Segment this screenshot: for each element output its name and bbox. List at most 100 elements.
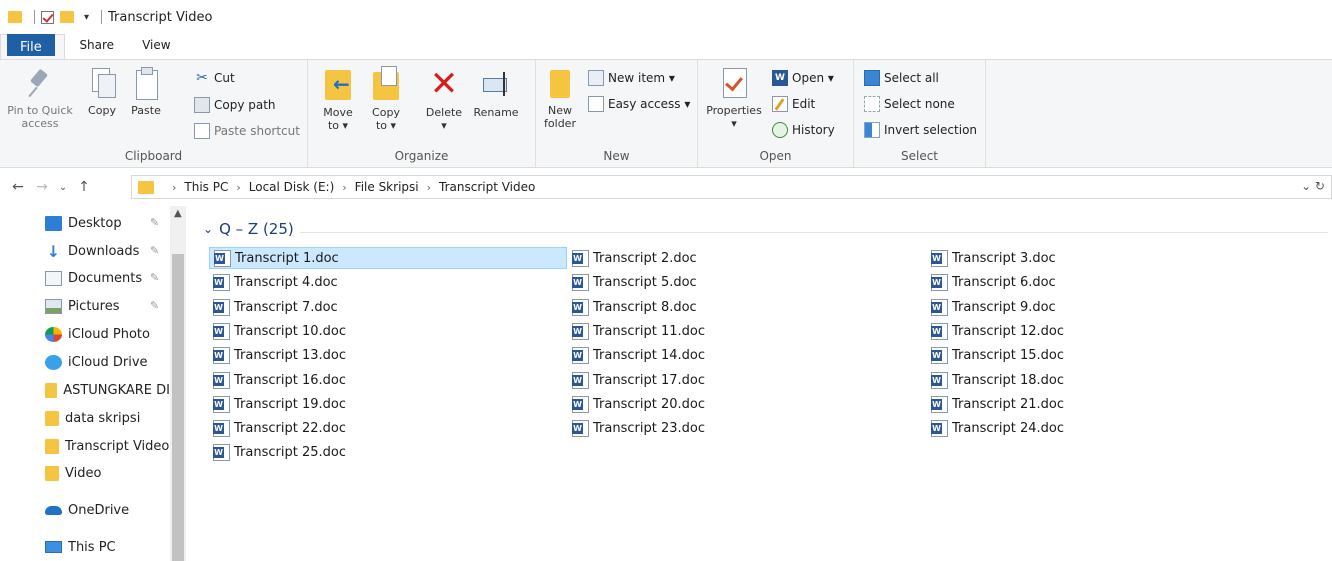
sidebar-item-desktop[interactable]: Desktop [45,212,122,234]
breadcrumb-chevron-icon[interactable]: › [236,181,240,194]
delete-button[interactable]: ✕ Delete ▾ [422,66,466,132]
breadcrumb-local-disk[interactable]: Local Disk (E:) [249,180,335,194]
sidebar-item-astungkare[interactable]: ASTUNGKARE DI [45,379,170,401]
new-item-button[interactable]: New item ▾ [588,70,675,86]
file-item[interactable]: Transcript 21.doc [927,393,1064,415]
file-name: Transcript 21.doc [952,396,1064,412]
file-item[interactable]: Transcript 23.doc [568,417,705,439]
file-item[interactable]: Transcript 5.doc [568,271,697,293]
file-item[interactable]: Transcript 2.doc [568,247,697,269]
paste-shortcut-button[interactable]: Paste shortcut [194,123,300,139]
move-to-button[interactable]: Move to ▾ [318,66,358,132]
file-item[interactable]: Transcript 6.doc [927,271,1056,293]
rename-button[interactable]: Rename [470,66,522,119]
breadcrumb-chevron-icon[interactable]: › [172,181,176,194]
sidebar-item-video[interactable]: Video [45,462,101,484]
copy-to-button[interactable]: Copy to ▾ [366,66,406,132]
breadcrumb-chevron-icon[interactable]: › [427,181,431,194]
address-dropdown-refresh-icon[interactable]: ⌄ ↻ [1301,179,1325,193]
file-item[interactable]: Transcript 25.doc [209,441,346,463]
file-item[interactable]: Transcript 19.doc [209,393,346,415]
history-button[interactable]: History [772,122,835,138]
file-item[interactable]: Transcript 13.doc [209,344,346,366]
sidebar-item-this-pc[interactable]: This PC [45,536,116,558]
sidebar-item-pictures[interactable]: Pictures [45,295,119,317]
sidebar-item-transcript-video[interactable]: Transcript Video [45,435,169,457]
tab-file[interactable]: File [7,34,55,56]
file-item[interactable]: Transcript 18.doc [927,369,1064,391]
tab-share[interactable]: Share [65,34,128,59]
sidebar-item-documents[interactable]: Documents [45,267,142,289]
organize-group-label: Organize [394,149,449,163]
new-folder-quick-icon[interactable] [60,11,74,23]
pin-to-quick-access-button[interactable]: Pin to Quick access [2,66,78,130]
file-item[interactable]: Transcript 3.doc [927,247,1056,269]
pin-icon[interactable]: ✎ [150,299,159,312]
back-arrow-icon[interactable]: ← [6,179,30,195]
breadcrumb-file-skripsi[interactable]: File Skripsi [355,180,419,194]
paste-button[interactable]: Paste [126,66,166,117]
sidebar-item-downloads[interactable]: ↓ Downloads [45,240,140,262]
file-item[interactable]: Transcript 22.doc [209,417,346,439]
file-name: Transcript 9.doc [952,299,1056,315]
file-item[interactable]: Transcript 15.doc [927,344,1064,366]
file-item[interactable]: Transcript 9.doc [927,296,1056,318]
clipboard-group: Pin to Quick access Copy Paste ✂ Cut Cop… [0,60,308,167]
file-item[interactable]: Transcript 8.doc [568,296,697,318]
up-arrow-icon[interactable]: ↑ [72,179,96,195]
file-item[interactable]: Transcript 1.doc [209,247,567,269]
copy-button[interactable]: Copy [82,66,122,117]
customize-toolbar-icon[interactable]: ▾ [84,12,89,23]
open-button[interactable]: W Open ▾ [772,70,834,86]
edit-button[interactable]: Edit [772,96,815,112]
file-item[interactable]: Transcript 4.doc [209,271,338,293]
sidebar-item-icloud-drive[interactable]: iCloud Drive [45,351,148,373]
select-none-button[interactable]: Select none [864,96,955,112]
pin-icon[interactable]: ✎ [150,244,159,257]
recent-locations-icon[interactable]: ⌄ [54,182,72,193]
group-header[interactable]: ⌄ Q – Z (25) [203,220,294,238]
tab-view[interactable]: View [128,34,184,59]
select-all-button[interactable]: Select all [864,70,939,86]
properties-quick-icon[interactable] [41,10,54,24]
file-item[interactable]: Transcript 20.doc [568,393,705,415]
chevron-down-icon[interactable]: ⌄ [203,222,213,236]
file-item[interactable]: Transcript 16.doc [209,369,346,391]
file-item[interactable]: Transcript 12.doc [927,320,1064,342]
file-item[interactable]: Transcript 10.doc [209,320,346,342]
file-item[interactable]: Transcript 24.doc [927,417,1064,439]
navigation-pane: Desktop ✎ ↓ Downloads ✎ Documents ✎ Pict… [0,206,186,561]
word-document-icon [213,346,230,364]
breadcrumb-chevron-icon[interactable]: › [342,181,346,194]
address-bar[interactable]: › This PC › Local Disk (E:) › File Skrip… [131,175,1332,199]
file-name: Transcript 17.doc [593,372,705,388]
sidebar-item-icloud-photos[interactable]: iCloud Photo [45,323,150,345]
select-none-icon [864,96,880,112]
sidebar-item-data-skripsi[interactable]: data skripsi [45,407,140,429]
file-item[interactable]: Transcript 11.doc [568,320,705,342]
breadcrumb-this-pc[interactable]: This PC [184,180,228,194]
folder-icon [8,11,22,23]
new-folder-button[interactable]: New folder [542,66,578,130]
copy-icon [88,66,116,100]
word-document-icon [931,249,948,267]
properties-button[interactable]: Properties ▾ [702,66,766,130]
easy-access-button[interactable]: Easy access ▾ [588,96,690,112]
cut-button[interactable]: ✂ Cut [194,70,235,86]
file-item[interactable]: Transcript 17.doc [568,369,705,391]
new-group: New folder New item ▾ Easy access ▾ New [536,60,698,167]
forward-arrow-icon[interactable]: → [30,179,54,195]
quick-access-separator [34,10,35,24]
sidebar-scrollbar-thumb[interactable] [172,254,184,561]
pin-icon[interactable]: ✎ [150,271,159,284]
file-item[interactable]: Transcript 14.doc [568,344,705,366]
invert-selection-button[interactable]: Invert selection [864,122,977,138]
word-document-icon [572,249,589,267]
file-item[interactable]: Transcript 7.doc [209,296,338,318]
scroll-up-icon[interactable]: ▲ [174,208,182,219]
file-name: Transcript 23.doc [593,420,705,436]
sidebar-item-onedrive[interactable]: OneDrive [45,499,129,521]
copy-path-button[interactable]: Copy path [194,97,276,113]
breadcrumb-transcript-video[interactable]: Transcript Video [439,180,535,194]
pin-icon[interactable]: ✎ [150,216,159,229]
